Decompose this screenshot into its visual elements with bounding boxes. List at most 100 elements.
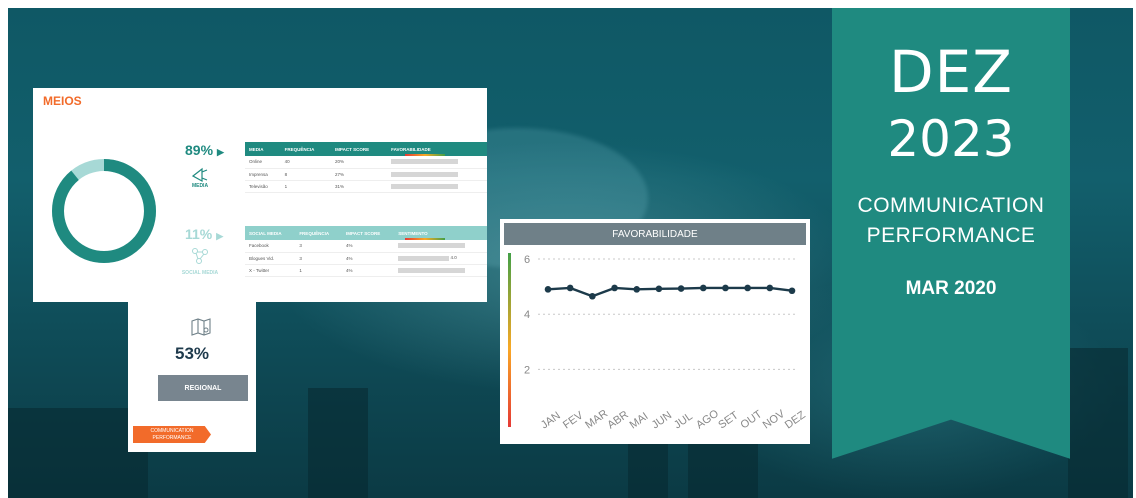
data-point bbox=[788, 287, 796, 295]
table-row[interactable]: Facebook 3 4% bbox=[245, 240, 487, 253]
series-line bbox=[547, 286, 793, 298]
data-point bbox=[766, 284, 774, 292]
data-point bbox=[699, 284, 707, 292]
x-tick-label: DEZ bbox=[783, 409, 808, 432]
table-header[interactable]: MEDIA bbox=[245, 142, 281, 156]
media-table: MEDIA FREQUÊNCIA IMPACT SCORE FAVORABILI… bbox=[245, 142, 487, 193]
y-tick-label: 4 bbox=[524, 309, 530, 321]
play-icon[interactable]: ▶ bbox=[217, 147, 224, 157]
data-point bbox=[611, 284, 618, 292]
table-cell: 4% bbox=[342, 240, 395, 253]
table-cell: Imprensa bbox=[245, 168, 281, 181]
regional-card: 53% REGIONAL COMMUNICATION PERFORMANCE bbox=[128, 302, 256, 452]
data-point bbox=[655, 285, 663, 293]
table-cell: Blogues Vid. bbox=[245, 252, 296, 265]
meios-donut-chart bbox=[52, 159, 156, 263]
sentiment-bar bbox=[398, 267, 466, 273]
social-percentage-value: 11% bbox=[185, 226, 213, 242]
table-header[interactable]: FREQUÊNCIA bbox=[280, 142, 331, 156]
y-axis-gradient bbox=[508, 253, 511, 427]
building bbox=[8, 408, 148, 498]
banner-year: 2023 bbox=[887, 110, 1015, 168]
table-row[interactable]: Imprensa 8 27% bbox=[245, 168, 487, 181]
x-tick-label: SET bbox=[716, 409, 741, 431]
table-cell: 31% bbox=[330, 180, 388, 193]
table-cell: 4% bbox=[342, 252, 395, 265]
table-header[interactable]: IMPACT SCORE bbox=[330, 142, 388, 156]
banner-subtitle-line2: PERFORMANCE bbox=[866, 224, 1036, 247]
banner-subtitle-line1: COMMUNICATION bbox=[857, 194, 1045, 217]
map-icon bbox=[191, 318, 211, 336]
table-cell: 40 bbox=[280, 156, 331, 169]
table-header[interactable]: IMPACT SCORE bbox=[342, 226, 395, 240]
table-cell: Televisão bbox=[245, 180, 281, 193]
y-tick-label: 2 bbox=[524, 364, 530, 376]
sentiment-gradient-line bbox=[405, 238, 445, 240]
favorabilidade-chart-card: FAVORABILIDADE 2 4 6 JAN FEV MAR ABR MAI JUN JUL A… bbox=[500, 219, 810, 444]
table-header[interactable]: FREQUÊNCIA bbox=[295, 226, 343, 240]
table-row[interactable]: Online 40 20% bbox=[245, 156, 487, 169]
x-tick-label: OUT bbox=[738, 408, 764, 431]
sentiment-value: 4.0 bbox=[450, 255, 457, 261]
favorability-bar bbox=[391, 183, 459, 189]
favorability-gradient-line bbox=[405, 154, 445, 156]
sentiment-bar bbox=[398, 243, 466, 249]
x-tick-label: ABR bbox=[605, 409, 630, 432]
megaphone-icon bbox=[191, 167, 208, 183]
table-cell: 1 bbox=[295, 264, 343, 277]
data-point bbox=[722, 284, 729, 292]
table-header[interactable]: SOCIAL MEDIA bbox=[245, 226, 296, 240]
data-point bbox=[677, 285, 685, 292]
sentiment-bar-cell bbox=[394, 240, 487, 253]
y-tick-label: 6 bbox=[524, 254, 530, 266]
favorability-bar-cell bbox=[387, 180, 487, 193]
table-cell: 8 bbox=[280, 168, 331, 181]
tag-line1: COMMUNICATION bbox=[150, 428, 194, 434]
meios-title: MEIOS bbox=[43, 94, 82, 108]
data-point bbox=[544, 286, 552, 293]
table-cell: Online bbox=[245, 156, 281, 169]
data-point bbox=[566, 284, 574, 292]
regional-button[interactable]: REGIONAL bbox=[158, 375, 248, 401]
social-percentage: 11% ▶ bbox=[185, 226, 223, 242]
table-row[interactable]: Blogues Vid. 3 4% 4.0 bbox=[245, 252, 487, 265]
table-cell: 4% bbox=[342, 264, 395, 277]
x-tick-label: AGO bbox=[694, 407, 721, 431]
play-icon[interactable]: ▶ bbox=[216, 231, 223, 241]
favorability-bar-cell bbox=[387, 168, 487, 181]
x-tick-label: NOV bbox=[761, 408, 788, 432]
x-tick-label: JAN bbox=[539, 410, 563, 432]
favorabilidade-line-chart: 2 4 6 JANFEVMARABRMAI JUNJUL AGOSETOUTNOVDEZ bbox=[508, 253, 808, 432]
social-label: SOCIAL MEDIA bbox=[181, 270, 219, 276]
social-media-table: SOCIAL MEDIA FREQUÊNCIA IMPACT SCORE SEN… bbox=[245, 226, 487, 277]
media-percentage: 89% ▶ bbox=[185, 142, 224, 158]
table-row[interactable]: X - Twitter 1 4% bbox=[245, 264, 487, 277]
building bbox=[308, 388, 368, 498]
banner-period: MAR 2020 bbox=[905, 278, 997, 299]
table-cell: 3 bbox=[295, 252, 343, 265]
data-point bbox=[744, 284, 751, 292]
table-cell: 20% bbox=[330, 156, 388, 169]
x-tick-label: MAR bbox=[583, 408, 610, 432]
x-tick-label: JUL bbox=[672, 410, 695, 431]
network-icon bbox=[192, 248, 208, 264]
favorability-bar-cell bbox=[387, 156, 487, 169]
table-cell: X - Twitter bbox=[245, 264, 296, 277]
communication-performance-tag[interactable]: COMMUNICATION PERFORMANCE bbox=[133, 426, 211, 443]
regional-percentage: 53% bbox=[174, 344, 210, 363]
sentiment-bar-cell: 4.0 bbox=[394, 252, 487, 265]
table-cell: 3 bbox=[295, 240, 343, 253]
favorability-bar bbox=[391, 159, 459, 165]
table-cell: 1 bbox=[280, 180, 331, 193]
favorability-bar bbox=[391, 171, 459, 177]
media-table-header: MEDIA FREQUÊNCIA IMPACT SCORE FAVORABILI… bbox=[245, 142, 487, 156]
table-row[interactable]: Televisão 1 31% bbox=[245, 180, 487, 193]
tag-line2: PERFORMANCE bbox=[152, 435, 192, 441]
data-point bbox=[633, 286, 641, 293]
x-tick-label: JUN bbox=[650, 409, 674, 431]
media-label: MEDIA bbox=[191, 183, 209, 189]
x-tick-label: MAI bbox=[628, 410, 651, 431]
media-percentage-value: 89% bbox=[185, 142, 214, 158]
sentiment-bar bbox=[398, 255, 450, 261]
donut-media-segment bbox=[52, 159, 156, 263]
